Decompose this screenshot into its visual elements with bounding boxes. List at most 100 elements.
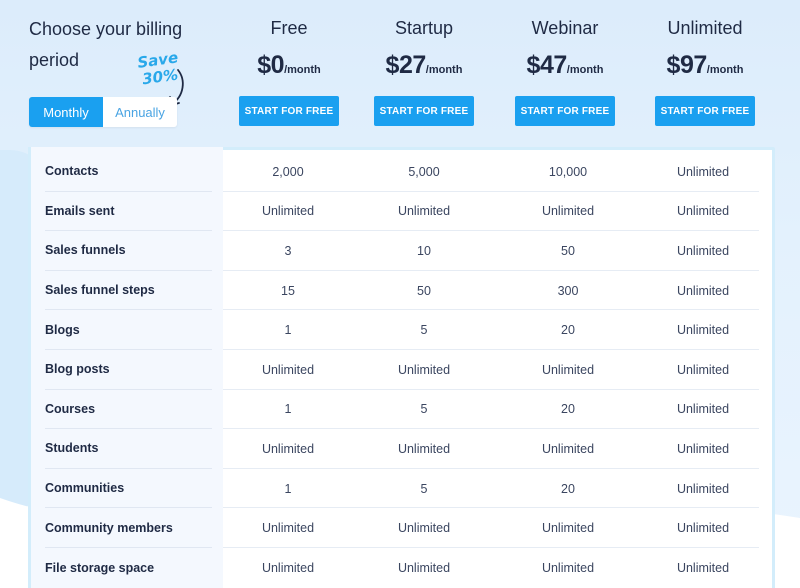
table-cell: 300 xyxy=(557,283,579,298)
table-cell: 1 xyxy=(284,323,292,338)
price-period: /month xyxy=(566,64,604,76)
feature-label: File storage space xyxy=(45,560,155,575)
monthly-toggle-button[interactable]: Monthly xyxy=(29,97,103,127)
plan-name: Free xyxy=(270,18,308,38)
feature-label: Contacts xyxy=(45,152,212,192)
table-cell: Unlimited xyxy=(676,204,730,219)
table-row: Sales funnels 3 10 50 Unlimited xyxy=(31,231,759,271)
price-period: /month xyxy=(706,64,744,76)
table-row: Sales funnel steps 15 50 300 Unlimited xyxy=(31,271,759,311)
feature-label: Community members xyxy=(45,508,212,548)
price-period: /month xyxy=(425,64,463,76)
table-cell: 5 xyxy=(420,323,428,338)
table-cell: Unlimited xyxy=(541,362,595,377)
table-cell: 50 xyxy=(417,283,431,298)
table-cell: Unlimited xyxy=(676,481,730,496)
feature-label: Blog posts xyxy=(45,350,212,390)
table-cell: Unlimited xyxy=(261,441,315,456)
plan-price: $0/month xyxy=(219,51,359,81)
table-cell: Unlimited xyxy=(676,362,730,377)
table-row: Blogs 1 5 20 Unlimited xyxy=(31,310,759,350)
table-cell: 1 xyxy=(284,481,292,496)
plan-name: Startup xyxy=(394,18,454,38)
price-amount: $0 xyxy=(257,51,285,79)
plan-unlimited: Unlimited $97/month START FOR FREE xyxy=(635,14,775,126)
table-cell: Unlimited xyxy=(676,441,730,456)
table-cell: Unlimited xyxy=(541,204,595,219)
feature-label: Communities xyxy=(45,469,212,509)
table-cell: Unlimited xyxy=(676,283,730,298)
table-cell: Unlimited xyxy=(676,521,730,536)
table-cell: Unlimited xyxy=(676,243,730,258)
start-for-free-button[interactable]: START FOR FREE xyxy=(374,96,474,126)
plan-name: Unlimited xyxy=(667,18,743,38)
table-row: Emails sent Unlimited Unlimited Unlimite… xyxy=(31,192,759,232)
price-period: /month xyxy=(284,64,321,76)
feature-values: Unlimited Unlimited Unlimited Unlimited xyxy=(223,350,759,390)
table-cell: 20 xyxy=(561,323,575,338)
price-amount: $47 xyxy=(526,51,568,79)
table-cell: Unlimited xyxy=(261,204,315,219)
feature-values: Unlimited Unlimited Unlimited Unlimited xyxy=(223,429,759,469)
table-cell: 20 xyxy=(561,402,575,417)
table-row: Blog posts Unlimited Unlimited Unlimited… xyxy=(31,350,759,390)
table-row: Community members Unlimited Unlimited Un… xyxy=(31,508,759,548)
table-row: Students Unlimited Unlimited Unlimited U… xyxy=(31,429,759,469)
feature-label: Sales funnels xyxy=(45,231,212,271)
table-cell: 10,000 xyxy=(548,164,588,179)
table-row: File storage space Unlimited Unlimited U… xyxy=(31,548,759,588)
start-for-free-button[interactable]: START FOR FREE xyxy=(515,96,615,126)
table-cell: Unlimited xyxy=(676,323,730,338)
table-cell: 10 xyxy=(417,243,431,258)
table-cell: Unlimited xyxy=(676,402,730,417)
table-cell: 5 xyxy=(420,402,428,417)
table-cell: Unlimited xyxy=(261,521,315,536)
table-row: Courses 1 5 20 Unlimited xyxy=(31,390,759,430)
table-cell: 5 xyxy=(420,481,428,496)
table-cell: Unlimited xyxy=(541,560,595,575)
table-cell: Unlimited xyxy=(541,441,595,456)
start-for-free-button[interactable]: START FOR FREE xyxy=(239,96,339,126)
table-cell: Unlimited xyxy=(397,441,451,456)
feature-label: Courses xyxy=(45,390,212,430)
table-cell: Unlimited xyxy=(676,164,730,179)
table-cell: Unlimited xyxy=(397,362,451,377)
start-for-free-button[interactable]: START FOR FREE xyxy=(655,96,755,126)
table-cell: 50 xyxy=(561,243,575,258)
feature-values: Unlimited Unlimited Unlimited Unlimited xyxy=(223,548,759,588)
annually-toggle-button[interactable]: Annually xyxy=(103,97,177,127)
price-amount: $97 xyxy=(666,51,708,79)
table-cell: Unlimited xyxy=(676,560,730,575)
table-cell: 3 xyxy=(284,243,292,258)
table-row: Communities 1 5 20 Unlimited xyxy=(31,469,759,509)
plan-startup: Startup $27/month START FOR FREE xyxy=(354,14,494,126)
table-cell: 5,000 xyxy=(408,164,440,179)
feature-values: 2,000 5,000 10,000 Unlimited xyxy=(223,152,759,192)
plan-name: Webinar xyxy=(531,18,599,38)
plan-free: Free $0/month START FOR FREE xyxy=(219,14,359,126)
feature-label: Blogs xyxy=(45,310,212,350)
table-cell: Unlimited xyxy=(261,362,315,377)
feature-values: 1 5 20 Unlimited xyxy=(223,469,759,509)
feature-values: Unlimited Unlimited Unlimited Unlimited xyxy=(223,508,759,548)
billing-period-toggle: Monthly Annually xyxy=(29,97,177,127)
table-row: Contacts 2,000 5,000 10,000 Unlimited xyxy=(31,152,759,192)
table-cell: Unlimited xyxy=(541,521,595,536)
table-cell: 20 xyxy=(561,481,575,496)
table-cell: 15 xyxy=(281,283,295,298)
table-cell: Unlimited xyxy=(397,560,451,575)
feature-values: Unlimited Unlimited Unlimited Unlimited xyxy=(223,192,759,232)
table-cell: 2,000 xyxy=(272,164,304,179)
table-cell: Unlimited xyxy=(397,521,451,536)
feature-values: 1 5 20 Unlimited xyxy=(223,390,759,430)
table-cell: Unlimited xyxy=(261,560,315,575)
feature-values: 15 50 300 Unlimited xyxy=(223,271,759,311)
table-cell: 1 xyxy=(284,402,292,417)
plan-webinar: Webinar $47/month START FOR FREE xyxy=(495,14,635,126)
plan-price: $27/month xyxy=(354,51,494,81)
feature-values: 1 5 20 Unlimited xyxy=(223,310,759,350)
price-amount: $27 xyxy=(385,51,427,79)
comparison-rows: Contacts 2,000 5,000 10,000 Unlimited Em… xyxy=(31,152,759,588)
plan-price: $47/month xyxy=(495,51,635,81)
feature-label: Sales funnel steps xyxy=(45,271,212,311)
